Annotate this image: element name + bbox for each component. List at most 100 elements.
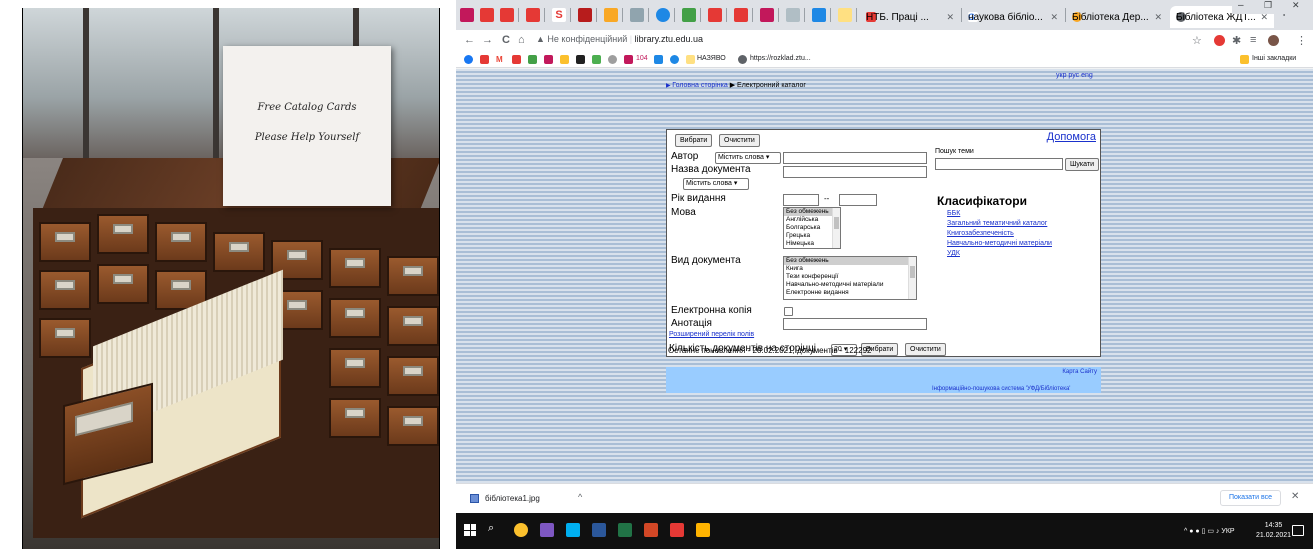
bookmark-counter[interactable]: 104 [636, 55, 648, 62]
pinned-tab[interactable] [760, 8, 774, 22]
pinned-tab[interactable] [604, 8, 618, 22]
advanced-fields-link[interactable]: Розширений перелік полів [669, 331, 754, 338]
app-icon[interactable] [670, 523, 684, 537]
list-item[interactable]: Навчально-методичні матеріали [784, 281, 916, 289]
select-button-top[interactable]: Вибрати [675, 134, 713, 147]
powerpoint-icon[interactable] [644, 523, 658, 537]
tab-library-state[interactable]: Бібліотека Дер... ✕ [1066, 6, 1168, 28]
viber-icon[interactable] [540, 523, 554, 537]
search-icon[interactable]: ⌕ [488, 522, 494, 535]
facebook-icon[interactable] [464, 55, 473, 64]
pinned-tab[interactable] [682, 8, 696, 22]
home-button[interactable]: ⌂ [518, 34, 525, 46]
maximize-button[interactable]: ❐ [1264, 0, 1272, 11]
pinned-tab[interactable] [708, 8, 722, 22]
notifications-icon[interactable] [1292, 525, 1304, 536]
bookmark-icon[interactable] [480, 55, 489, 64]
tab-ntb[interactable]: НТБ. Праці ... ✕ [860, 6, 960, 28]
pinned-tab[interactable] [480, 8, 494, 22]
bookmark-icon[interactable] [528, 55, 537, 64]
help-link[interactable]: Допомога [1047, 131, 1096, 143]
pinned-tab[interactable] [812, 8, 826, 22]
bookmark-icon[interactable] [544, 55, 553, 64]
close-window-button[interactable]: ✕ [1292, 0, 1300, 11]
bookmark-icon[interactable] [624, 55, 633, 64]
topic-search-input[interactable] [935, 158, 1063, 170]
clock[interactable]: 14:35 21.02.2021 [1256, 521, 1291, 541]
system-name-link[interactable]: Інформаційно-пошукова система 'УФД/Біблі… [932, 386, 1070, 392]
annotation-input[interactable] [783, 318, 927, 330]
scrollbar[interactable] [908, 257, 916, 299]
pinned-tab[interactable] [578, 8, 592, 22]
url-field[interactable]: ▲ Не конфіденційний | library.ztu.edu.ua [536, 34, 703, 44]
bookmark-icon[interactable] [670, 55, 679, 64]
reload-button[interactable]: C [502, 34, 510, 46]
forward-button[interactable]: → [482, 34, 493, 46]
pinned-tab[interactable] [460, 8, 474, 22]
bookmark-icon[interactable] [686, 55, 695, 64]
list-item[interactable]: Книга [784, 265, 916, 273]
youtube-icon[interactable] [512, 55, 521, 64]
system-tray[interactable]: ^ ● ● ▯ ▭ ♪ УКР [1184, 527, 1235, 535]
language-switch[interactable]: укр рус eng [1056, 72, 1093, 79]
other-bookmarks[interactable]: Інші закладки [1252, 55, 1296, 62]
close-tab-icon[interactable]: ✕ [1154, 12, 1162, 23]
pinned-tab[interactable] [500, 8, 514, 22]
tab-google-search[interactable]: G наукова бібліо... ✕ [962, 6, 1064, 28]
globe-icon[interactable] [738, 55, 747, 64]
chevron-up-icon[interactable]: ^ [578, 492, 582, 502]
pinned-tab[interactable] [630, 8, 644, 22]
classifier-link-books[interactable]: Книгозабезпеченість [947, 230, 1014, 237]
excel-icon[interactable] [618, 523, 632, 537]
keyboard-language[interactable]: УКР [1221, 528, 1234, 535]
bookmark-icon[interactable] [592, 55, 601, 64]
menu-icon[interactable]: ⋮ [1296, 34, 1307, 47]
author-mode-select[interactable]: Містить слова ▾ [715, 152, 781, 164]
skype-icon[interactable] [566, 523, 580, 537]
clear-button-bottom[interactable]: Очистити [905, 343, 946, 356]
chrome-icon[interactable] [514, 523, 528, 537]
bookmark-icon[interactable] [608, 55, 617, 64]
doctype-listbox[interactable]: Без обмежень Книга Тези конференції Навч… [783, 256, 917, 300]
pinned-tab[interactable] [526, 8, 540, 22]
close-tab-icon[interactable]: ✕ [946, 12, 954, 23]
list-item[interactable]: Електронне видання [784, 289, 916, 297]
language-listbox[interactable]: Без обмежень Англійська Болгарська Грець… [783, 207, 841, 249]
pinned-tab[interactable] [786, 8, 800, 22]
list-item[interactable]: Тези конференції [784, 273, 916, 281]
file-explorer-icon[interactable] [696, 523, 710, 537]
gmail-icon[interactable]: M [496, 55, 505, 64]
classifier-link-bbk[interactable]: ББК [947, 210, 960, 217]
show-all-button[interactable]: Показати все [1220, 490, 1281, 506]
ecopy-checkbox[interactable] [784, 307, 793, 316]
bookmark-icon[interactable] [560, 55, 569, 64]
classifier-link-methodical[interactable]: Навчально-методичні матеріали [947, 240, 1052, 247]
adblock-icon[interactable] [1214, 35, 1225, 46]
avatar[interactable] [1268, 35, 1279, 46]
pinned-tab[interactable] [838, 8, 852, 22]
word-icon[interactable] [592, 523, 606, 537]
title-mode-select[interactable]: Містить слова ▾ [683, 178, 749, 190]
close-tab-icon[interactable]: ✕ [1050, 12, 1058, 23]
extensions-icon[interactable]: ✱ [1232, 34, 1241, 47]
breadcrumb-home[interactable]: Головна сторінка [672, 82, 727, 89]
minimize-button[interactable]: – [1238, 0, 1244, 11]
bookmark-icon[interactable] [654, 55, 663, 64]
year-to-input[interactable] [839, 194, 877, 206]
title-input[interactable] [783, 166, 927, 178]
list-item[interactable]: Без обмежень [784, 257, 916, 265]
folder-icon[interactable] [1240, 55, 1249, 64]
year-from-input[interactable] [783, 194, 819, 206]
close-icon[interactable]: ✕ [1291, 491, 1299, 502]
clear-button-top[interactable]: Очистити [719, 134, 760, 147]
classifier-link-general[interactable]: Загальний тематичний каталог [947, 220, 1047, 227]
bookmark-icon[interactable] [576, 55, 585, 64]
back-button[interactable]: ← [464, 34, 475, 46]
pinned-tab[interactable] [734, 8, 748, 22]
author-input[interactable] [783, 152, 927, 164]
sitemap-link[interactable]: Карта Сайту [1062, 369, 1097, 375]
classifier-link-udk[interactable]: УДК [947, 250, 960, 257]
pinned-tab[interactable]: S [552, 8, 566, 22]
pinned-tab[interactable] [656, 8, 670, 22]
scrollbar[interactable] [832, 208, 840, 248]
